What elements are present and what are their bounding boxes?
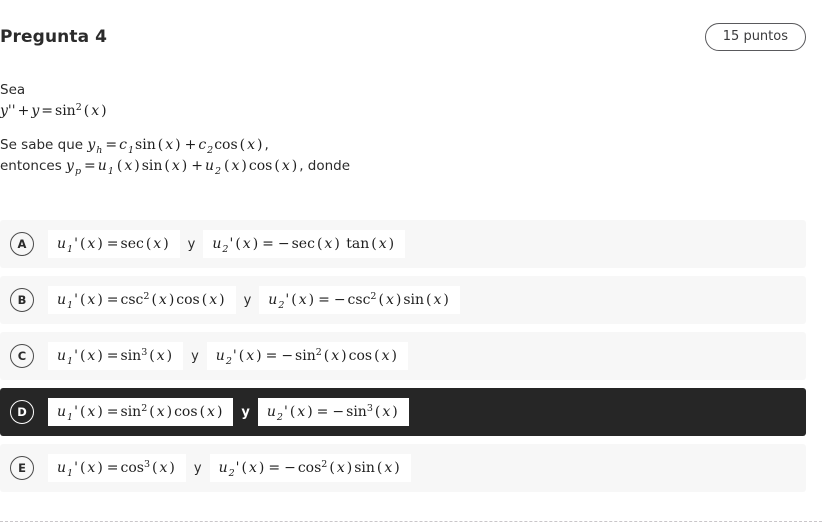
stem-line-particular-prefix: entonces <box>0 157 62 174</box>
option-left-expression: u1'(x) = csc2(x) cos(x) <box>48 286 236 314</box>
option-conjunction: y <box>243 292 252 308</box>
answer-option-c[interactable]: C u1'(x) = sin3(x) y u2'(x) = − sin2(x) cos(x) <box>0 332 806 380</box>
answer-option-e[interactable]: E u1'(x) = cos3(x) y u2'(x) = − cos2(x) sin(x) <box>0 444 806 492</box>
particular-solution-math: yp = u1(x) sin(x) + u2(x) cos(x) <box>66 157 298 177</box>
stem-line-homogeneous-prefix: Se sabe que <box>0 137 84 154</box>
option-right-expression: u2'(x) = − sin2(x) cos(x) <box>206 342 408 370</box>
option-conjunction: y <box>191 348 199 364</box>
answer-options-list: A u1'(x) = sec(x) y u2'(x) = − sec(x) tan(x) … <box>0 220 806 500</box>
option-conjunction: y <box>187 236 196 252</box>
stem-spacer <box>0 122 790 136</box>
section-divider <box>0 521 822 522</box>
page-title: Pregunta 4 <box>0 27 108 47</box>
option-right-expression: u2'(x) = − sin3(x) <box>257 398 409 426</box>
stem-line-particular: entonces yp = u1(x) sin(x) + u2(x) cos(x), don… <box>0 157 790 177</box>
question-stem: Sea y'' + y = sin2(x) Se sabe que yh = c1sin(x… <box>0 82 790 177</box>
answer-option-d[interactable]: D u1'(x) = sin2(x) cos(x) y u2'(x) = − sin3(x) <box>0 388 806 436</box>
option-conjunction: y <box>241 404 250 420</box>
stem-line-particular-suffix: , donde <box>299 157 351 174</box>
option-letter-badge: C <box>10 344 34 368</box>
answer-option-a[interactable]: A u1'(x) = sec(x) y u2'(x) = − sec(x) tan(x) <box>0 220 806 268</box>
option-left-expression: u1'(x) = cos3(x) <box>48 454 186 482</box>
option-letter-badge: A <box>10 232 34 256</box>
option-right-expression: u2'(x) = − sec(x) tan(x) <box>203 230 406 258</box>
homogeneous-solution-math: yh = c1sin(x) + c2cos(x) <box>87 137 263 157</box>
option-left-expression: u1'(x) = sin2(x) cos(x) <box>48 398 234 426</box>
option-conjunction: y <box>193 460 202 476</box>
points-badge: 15 puntos <box>704 23 806 51</box>
option-letter-badge: D <box>10 400 34 424</box>
option-left-expression: u1'(x) = sec(x) <box>48 230 180 258</box>
question-header: Pregunta 4 15 puntos <box>0 0 822 74</box>
option-letter-badge: B <box>10 288 34 312</box>
answer-option-b[interactable]: B u1'(x) = csc2(x) cos(x) y u2'(x) = − csc2(x)… <box>0 276 806 324</box>
stem-line-homogeneous: Se sabe que yh = c1sin(x) + c2cos(x), <box>0 136 790 157</box>
option-right-expression: u2'(x) = − csc2(x) sin(x) <box>259 286 460 314</box>
option-letter-badge: E <box>10 456 34 480</box>
option-left-expression: u1'(x) = sin3(x) <box>48 342 184 370</box>
equation-math: y'' + y = sin2(x) <box>0 101 107 119</box>
option-right-expression: u2'(x) = − cos2(x) sin(x) <box>209 454 411 482</box>
stem-line-homogeneous-suffix: , <box>264 137 269 154</box>
stem-line-sea: Sea <box>0 82 26 98</box>
stem-equation: y'' + y = sin2(x) <box>0 102 790 121</box>
